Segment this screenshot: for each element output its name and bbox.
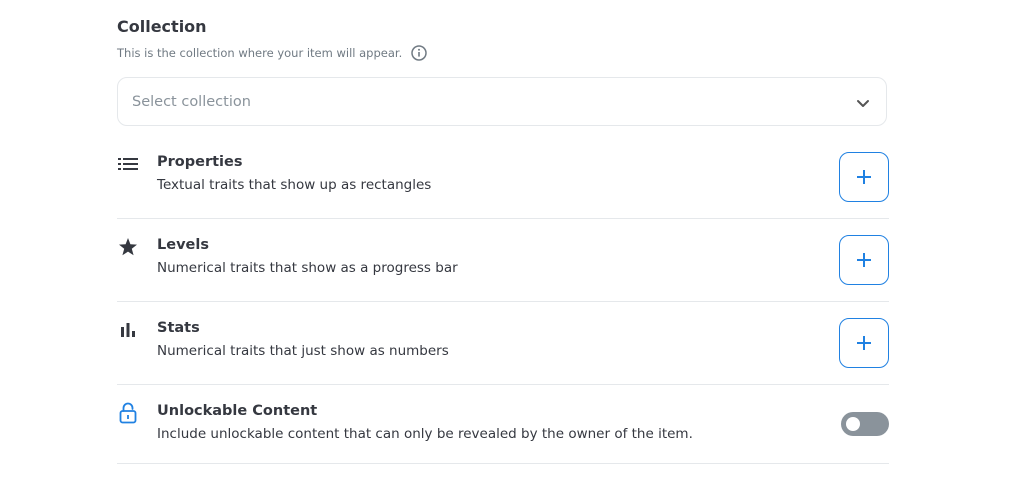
collection-title: Collection: [117, 17, 207, 36]
plus-icon: [857, 253, 871, 267]
star-icon: [117, 236, 139, 258]
add-levels-button[interactable]: [839, 235, 889, 285]
toggle-knob: [846, 417, 860, 431]
collection-subtitle-text: This is the collection where your item w…: [117, 46, 403, 60]
list-icon: [117, 153, 139, 175]
properties-title: Properties: [157, 154, 243, 170]
properties-description: Textual traits that show up as rectangle…: [157, 177, 432, 193]
stats-description: Numerical traits that just show as numbe…: [157, 343, 449, 359]
add-properties-button[interactable]: [839, 152, 889, 202]
unlockable-content-text: Unlockable Content Include unlockable co…: [157, 401, 693, 444]
collection-select-placeholder: Select collection: [132, 93, 251, 110]
bar-chart-icon: [117, 319, 139, 341]
info-icon[interactable]: [411, 45, 427, 61]
levels-title: Levels: [157, 237, 209, 253]
collection-select[interactable]: Select collection: [117, 77, 887, 126]
lock-icon: [117, 402, 139, 424]
unlockable-content-title: Unlockable Content: [157, 403, 318, 419]
stats-text: Stats Numerical traits that just show as…: [157, 318, 449, 361]
levels-text: Levels Numerical traits that show as a p…: [157, 235, 458, 278]
chevron-down-icon: [856, 95, 870, 109]
unlockable-content-description: Include unlockable content that can only…: [157, 426, 693, 442]
stats-title: Stats: [157, 320, 200, 336]
plus-icon: [857, 336, 871, 350]
levels-description: Numerical traits that show as a progress…: [157, 260, 458, 276]
collection-subtitle: This is the collection where your item w…: [117, 45, 427, 61]
levels-row: Levels Numerical traits that show as a p…: [117, 235, 889, 302]
unlockable-content-toggle[interactable]: [841, 412, 889, 436]
stats-row: Stats Numerical traits that just show as…: [117, 318, 889, 385]
properties-text: Properties Textual traits that show up a…: [157, 152, 431, 195]
plus-icon: [857, 170, 871, 184]
properties-row: Properties Textual traits that show up a…: [117, 152, 889, 219]
add-stats-button[interactable]: [839, 318, 889, 368]
unlockable-content-row: Unlockable Content Include unlockable co…: [117, 401, 889, 464]
